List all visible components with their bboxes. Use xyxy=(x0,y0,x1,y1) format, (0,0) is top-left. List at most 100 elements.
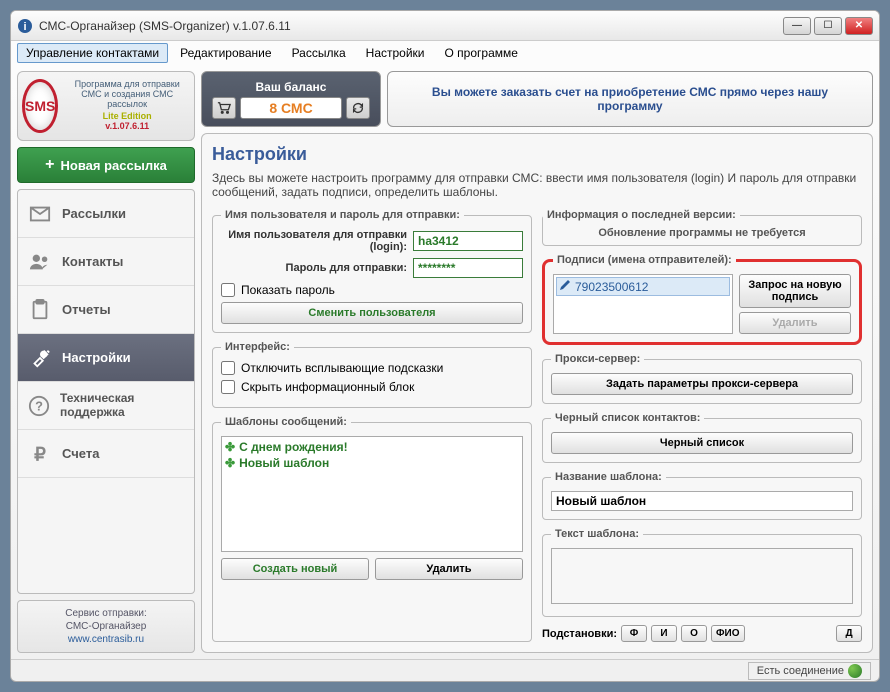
version-text: Обновление программы не требуется xyxy=(543,221,861,245)
nav-label: Техническая поддержка xyxy=(60,392,184,418)
subst-o-button[interactable]: О xyxy=(681,625,707,642)
subst-f-button[interactable]: Ф xyxy=(621,625,647,642)
service-l2: СМС-Органайзер xyxy=(24,620,188,633)
templates-fieldset: Шаблоны сообщений: ✤ С днем рождения! ✤ … xyxy=(212,416,532,642)
logo-desc: Программа для отправки СМС и создания СМ… xyxy=(64,80,190,110)
people-icon xyxy=(28,250,52,274)
statusbar: Есть соединение xyxy=(11,659,879,681)
app-icon: i xyxy=(17,18,33,34)
proxy-settings-button[interactable]: Задать параметры прокси-сервера xyxy=(551,373,853,395)
tpl-name-fieldset: Название шаблона: xyxy=(542,471,862,520)
sms-logo-icon: SMS xyxy=(22,79,58,133)
order-banner[interactable]: Вы можете заказать счет на приобретение … xyxy=(387,71,873,127)
plus-icon: + xyxy=(45,156,54,174)
request-signature-button[interactable]: Запрос на новую подпись xyxy=(739,274,851,308)
nav-invoices[interactable]: ₽ Счета xyxy=(18,430,194,478)
menu-send[interactable]: Рассылка xyxy=(284,44,354,62)
connection-label: Есть соединение xyxy=(757,665,844,677)
password-label: Пароль для отправки: xyxy=(221,262,407,274)
new-campaign-label: Новая рассылка xyxy=(61,158,167,173)
template-item[interactable]: ✤ С днем рождения! xyxy=(224,439,520,455)
logo-version: v.1.07.6.11 xyxy=(64,122,190,132)
templates-list[interactable]: ✤ С днем рождения! ✤ Новый шаблон xyxy=(221,436,523,552)
nav-contacts[interactable]: Контакты xyxy=(18,238,194,286)
blacklist-button[interactable]: Черный список xyxy=(551,432,853,454)
creds-legend: Имя пользователя и пароль для отправки: xyxy=(221,209,464,221)
proxy-fieldset: Прокси-сервер: Задать параметры прокси-с… xyxy=(542,353,862,404)
menu-about[interactable]: О программе xyxy=(437,44,526,62)
page-title: Настройки xyxy=(212,144,862,165)
menu-settings[interactable]: Настройки xyxy=(358,44,433,62)
nav-label: Контакты xyxy=(62,254,123,269)
show-password-checkbox[interactable] xyxy=(221,283,235,297)
nav-settings[interactable]: Настройки xyxy=(18,334,194,382)
signatures-fieldset: Подписи (имена отправителей): 7902350061… xyxy=(542,254,862,345)
nav-label: Счета xyxy=(62,446,99,461)
service-link[interactable]: www.centrasib.ru xyxy=(68,634,144,645)
cart-button[interactable] xyxy=(212,97,236,119)
globe-icon xyxy=(848,664,862,678)
login-input[interactable] xyxy=(413,231,523,251)
signatures-legend: Подписи (имена отправителей): xyxy=(553,254,736,266)
create-template-button[interactable]: Создать новый xyxy=(221,558,369,580)
clipboard-icon xyxy=(28,298,52,322)
svg-text:i: i xyxy=(23,21,26,33)
balance-card: Ваш баланс 8 СМС xyxy=(201,71,381,127)
subst-i-button[interactable]: И xyxy=(651,625,677,642)
nav-reports[interactable]: Отчеты xyxy=(18,286,194,334)
sidebar: SMS Программа для отправки СМС и создани… xyxy=(17,71,195,653)
delete-template-button[interactable]: Удалить xyxy=(375,558,523,580)
refresh-button[interactable] xyxy=(346,97,370,119)
envelope-icon xyxy=(28,202,52,226)
page-desc: Здесь вы можете настроить программу для … xyxy=(212,171,862,199)
balance-value: 8 СМС xyxy=(240,97,341,119)
minimize-button[interactable]: — xyxy=(783,17,811,35)
hide-info-label: Скрыть информационный блок xyxy=(241,380,414,394)
password-input[interactable] xyxy=(413,258,523,278)
disable-tips-checkbox[interactable] xyxy=(221,361,235,375)
credentials-fieldset: Имя пользователя и пароль для отправки: … xyxy=(212,209,532,333)
svg-text:₽: ₽ xyxy=(34,443,46,464)
template-item[interactable]: ✤ Новый шаблон xyxy=(224,455,520,471)
signature-value: 79023500612 xyxy=(575,280,648,294)
menubar: Управление контактами Редактирование Рас… xyxy=(11,41,879,65)
signature-item[interactable]: 79023500612 xyxy=(556,277,730,296)
nav-campaigns[interactable]: Рассылки xyxy=(18,190,194,238)
delete-signature-button[interactable]: Удалить xyxy=(739,312,851,334)
login-label: Имя пользователя для отправки (login): xyxy=(221,229,407,253)
balance-label: Ваш баланс xyxy=(256,80,327,94)
nav-label: Настройки xyxy=(62,350,131,365)
subst-fio-button[interactable]: ФИО xyxy=(711,625,745,642)
subst-d-button[interactable]: Д xyxy=(836,625,862,642)
new-campaign-button[interactable]: + Новая рассылка xyxy=(17,147,195,183)
show-password-label: Показать пароль xyxy=(241,283,335,297)
blacklist-fieldset: Черный список контактов: Черный список xyxy=(542,412,862,463)
plug-icon xyxy=(28,346,52,370)
template-text-input[interactable] xyxy=(551,548,853,604)
order-text: Вы можете заказать счет на приобретение … xyxy=(408,85,852,113)
nav-support[interactable]: ? Техническая поддержка xyxy=(18,382,194,430)
disable-tips-label: Отключить всплывающие подсказки xyxy=(241,361,443,375)
signatures-list[interactable]: 79023500612 xyxy=(553,274,733,334)
nav-list: Рассылки Контакты Отчеты xyxy=(17,189,195,594)
change-user-button[interactable]: Сменить пользователя xyxy=(221,302,523,324)
connection-status: Есть соединение xyxy=(748,662,871,680)
nav-label: Рассылки xyxy=(62,206,126,221)
tpl-text-legend: Текст шаблона: xyxy=(551,528,643,540)
subst-label: Подстановки: xyxy=(542,628,617,640)
menu-contacts[interactable]: Управление контактами xyxy=(17,43,168,63)
svg-text:?: ? xyxy=(35,398,43,413)
template-item-label: Новый шаблон xyxy=(239,456,329,470)
hide-info-checkbox[interactable] xyxy=(221,380,235,394)
logo-card: SMS Программа для отправки СМС и создани… xyxy=(17,71,195,141)
template-name-input[interactable] xyxy=(551,491,853,511)
ui-legend: Интерфейс: xyxy=(221,341,294,353)
tpl-text-fieldset: Текст шаблона: xyxy=(542,528,862,617)
close-button[interactable]: ✕ xyxy=(845,17,873,35)
template-item-label: С днем рождения! xyxy=(239,440,348,454)
version-legend: Информация о последней версии: xyxy=(543,209,740,221)
menu-edit[interactable]: Редактирование xyxy=(172,44,279,62)
main-column: Ваш баланс 8 СМС Вы можете заказать счет… xyxy=(201,71,873,653)
titlebar: i СМС-Органайзер (SMS-Organizer) v.1.07.… xyxy=(11,11,879,41)
maximize-button[interactable]: ☐ xyxy=(814,17,842,35)
